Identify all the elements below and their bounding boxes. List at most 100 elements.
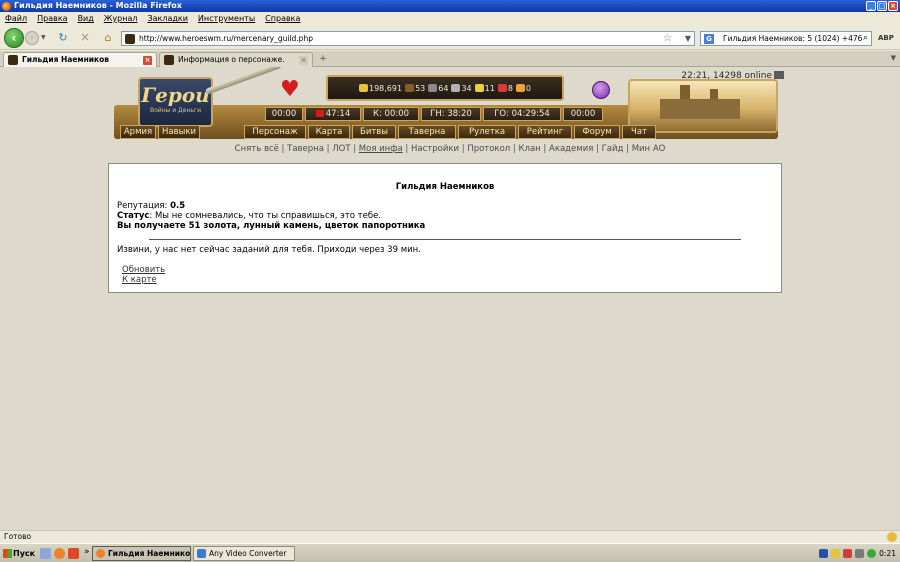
status-text: Готово: [4, 532, 32, 541]
navigation-toolbar: ‹ › ▼ ↻ ✕ ⌂ http://www.heroeswm.ru/merce…: [0, 26, 900, 50]
clock: 0:21: [879, 549, 896, 558]
reputation-line: Репутация: 0.5: [117, 201, 186, 211]
no-tasks-message: Извини, у нас нет сейчас заданий для теб…: [117, 245, 421, 255]
tab-bar: Гильдия Наемников × Информация о персона…: [0, 51, 900, 67]
tab-label: Информация о персонаже.: [178, 55, 285, 64]
sub-links: Снять всё | Таверна | ЛОТ | Моя инфа | Н…: [234, 144, 666, 154]
tray-antivirus-icon[interactable]: [843, 549, 853, 558]
nav-rating[interactable]: Рейтинг: [518, 125, 572, 139]
guild-panel: Гильдия Наемников Репутация: 0.5 Статус:…: [108, 163, 782, 293]
mercury-icon: [451, 84, 461, 92]
menu-tools[interactable]: Инструменты: [198, 12, 255, 26]
link-academy[interactable]: Академия: [549, 144, 593, 154]
site-favicon-icon: [125, 34, 135, 44]
timer-health: 47:14: [305, 107, 361, 121]
nav-character[interactable]: Персонаж: [244, 125, 306, 139]
link-tavern[interactable]: Таверна: [287, 144, 324, 154]
nav-battles[interactable]: Битвы: [352, 125, 396, 139]
game-header: Герои Войны и Деньги ♥ 198,691 53 64 34 …: [108, 67, 784, 145]
menu-help[interactable]: Справка: [265, 12, 300, 26]
resource-wood: 53: [405, 84, 425, 93]
search-icon[interactable]: ⌕: [863, 32, 868, 45]
link-clan[interactable]: Клан: [519, 144, 541, 154]
menu-history[interactable]: Журнал: [104, 12, 138, 26]
nav-roulette[interactable]: Рулетка: [458, 125, 516, 139]
adblock-button[interactable]: ABP: [878, 34, 894, 42]
windows-logo-icon: [3, 549, 12, 558]
bookmark-star-icon[interactable]: ☆: [663, 32, 672, 45]
timer-go: ГО: 04:29:54: [483, 107, 561, 121]
nav-forum[interactable]: Форум: [574, 125, 620, 139]
tray-update-icon[interactable]: [867, 549, 877, 558]
nav-army[interactable]: Армия: [120, 125, 156, 139]
server-time-online: 22:21, 14298 online: [681, 71, 784, 81]
app-quicklaunch-icon[interactable]: [68, 548, 79, 559]
link-my-info[interactable]: Моя инфа: [359, 144, 403, 154]
history-dropdown-icon[interactable]: ▼: [41, 34, 46, 41]
online-list-icon[interactable]: [774, 71, 784, 79]
addon-status-icon[interactable]: [887, 532, 897, 542]
firefox-icon: [2, 2, 11, 11]
nav-map[interactable]: Карта: [308, 125, 350, 139]
resource-sulfur: 11: [474, 84, 495, 93]
stop-icon[interactable]: ✕: [78, 31, 92, 45]
firefox-quicklaunch-icon[interactable]: [54, 548, 65, 559]
tab-favicon-icon: [164, 55, 174, 65]
url-dropdown-icon[interactable]: ▼: [685, 32, 691, 45]
tray-network-icon[interactable]: [855, 549, 865, 558]
nav-chat[interactable]: Чат: [622, 125, 656, 139]
start-button[interactable]: Пуск: [1, 546, 35, 561]
link-protocol[interactable]: Протокол: [467, 144, 510, 154]
sulfur-icon: [474, 84, 484, 92]
mana-potion-icon: [592, 81, 610, 99]
status-line: Статус: Мы не сомневались, что ты справи…: [117, 211, 382, 221]
menu-view[interactable]: Вид: [78, 12, 94, 26]
ore-icon: [428, 84, 438, 92]
search-engine-icon[interactable]: G: [704, 34, 714, 44]
close-window-button[interactable]: ×: [888, 1, 898, 11]
show-desktop-icon[interactable]: [40, 548, 51, 559]
forward-button[interactable]: ›: [25, 31, 39, 45]
reputation-value: 0.5: [170, 201, 186, 211]
tab-mercenary-guild[interactable]: Гильдия Наемников ×: [3, 52, 157, 67]
firefox-icon: [96, 549, 105, 558]
close-tab-icon[interactable]: ×: [143, 56, 152, 65]
nav-tavern[interactable]: Таверна: [398, 125, 456, 139]
quicklaunch-more-icon[interactable]: »: [84, 547, 90, 557]
menu-edit[interactable]: Правка: [37, 12, 67, 26]
status-bar: Готово: [0, 530, 900, 543]
maximize-button[interactable]: □: [877, 1, 887, 11]
taskbar-firefox-window[interactable]: Гильдия Наемников -...: [92, 546, 191, 561]
window-title-bar: Гильдия Наемников - Mozilla Firefox _ □ …: [0, 0, 900, 12]
new-tab-icon[interactable]: +: [316, 54, 330, 65]
link-guide[interactable]: Гайд: [602, 144, 624, 154]
video-converter-icon: [197, 549, 206, 558]
close-tab-icon[interactable]: ×: [299, 56, 308, 65]
search-text: Гильдия Наемников: 5 (1024) +476: [723, 34, 863, 43]
link-settings[interactable]: Настройки: [411, 144, 459, 154]
wood-icon: [405, 84, 415, 92]
language-icon[interactable]: [819, 549, 829, 558]
tab-character-info[interactable]: Информация о персонаже. ×: [159, 52, 313, 67]
menu-file[interactable]: Файл: [5, 12, 27, 26]
nav-skills[interactable]: Навыки: [158, 125, 200, 139]
tab-list-icon[interactable]: ▼: [891, 54, 896, 62]
status-label: Статус: [117, 211, 150, 221]
game-logo[interactable]: Герои Войны и Деньги: [138, 77, 213, 127]
refresh-link[interactable]: Обновить: [122, 265, 165, 275]
gold-icon: [358, 84, 368, 92]
link-lot[interactable]: ЛОТ: [332, 144, 350, 154]
to-map-link[interactable]: К карте: [122, 275, 157, 285]
reload-icon[interactable]: ↻: [56, 31, 70, 45]
address-bar[interactable]: http://www.heroeswm.ru/mercenary_guild.p…: [121, 31, 695, 46]
home-icon[interactable]: ⌂: [101, 31, 115, 45]
search-input[interactable]: G Гильдия Наемников: 5 (1024) +476 ⌕: [700, 31, 872, 46]
taskbar-video-converter-window[interactable]: Any Video Converter: [193, 546, 295, 561]
castle-icon: [660, 85, 740, 119]
minimize-button[interactable]: _: [866, 1, 876, 11]
back-button[interactable]: ‹: [4, 28, 24, 48]
tray-app-icon[interactable]: [831, 549, 841, 558]
link-take-off-all[interactable]: Снять всё: [235, 144, 279, 154]
menu-bookmarks[interactable]: Закладки: [147, 12, 187, 26]
link-min-ao[interactable]: Мин АО: [632, 144, 666, 154]
